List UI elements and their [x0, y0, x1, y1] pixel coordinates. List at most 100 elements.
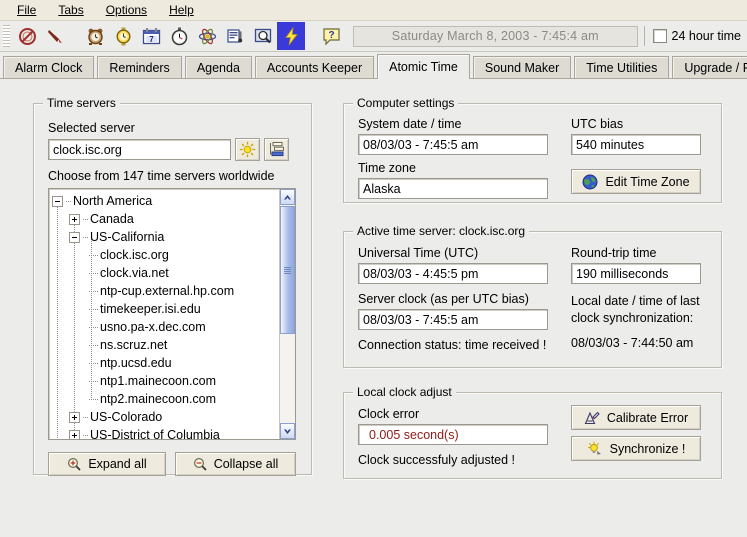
tree-scrollbar[interactable]: [279, 189, 295, 439]
menu-item-options[interactable]: Options: [95, 1, 158, 19]
utc-bias-label: UTC bias: [571, 117, 623, 131]
tree-item[interactable]: US-District of Columbia: [52, 426, 279, 439]
tree-item[interactable]: ntp2.mainecoon.com: [52, 390, 279, 408]
tree-item[interactable]: ns.scruz.net: [52, 336, 279, 354]
svg-text:7: 7: [149, 35, 154, 44]
tree-item[interactable]: usno.pa-x.dec.com: [52, 318, 279, 336]
tree-item[interactable]: ntp-cup.external.hp.com: [52, 282, 279, 300]
zoom-in-icon: [67, 457, 81, 471]
tree-connector: [83, 237, 88, 238]
no-alarm-icon[interactable]: [13, 22, 41, 50]
active-server-group: Active time server: clock.isc.org Univer…: [343, 231, 722, 368]
watch-icon[interactable]: [109, 22, 137, 50]
tab-atomic-time[interactable]: Atomic Time: [377, 54, 470, 79]
datetime-display: Saturday March 8, 2003 - 7:45:4 am: [353, 26, 638, 47]
tree-connector: [83, 219, 88, 220]
selected-server-label: Selected server: [48, 121, 135, 135]
collapse-all-button[interactable]: Collapse all: [175, 452, 296, 476]
menu-item-tabs[interactable]: Tabs: [47, 1, 94, 19]
scroll-up-button[interactable]: [280, 189, 295, 205]
tree-item-label: timekeeper.isi.edu: [100, 302, 201, 316]
server-clock-input[interactable]: 08/03/03 - 7:45:5 am: [358, 309, 548, 330]
scrollbar-thumb[interactable]: [280, 206, 295, 334]
roundtrip-input[interactable]: 190 milliseconds: [571, 263, 701, 284]
tree-item[interactable]: North America: [52, 192, 279, 210]
hour24-label: 24 hour time: [672, 29, 741, 43]
menu-item-help[interactable]: Help: [158, 1, 205, 19]
tree-collapse-icon[interactable]: [69, 232, 80, 243]
tree-expand-icon[interactable]: [69, 412, 80, 423]
utc-time-input[interactable]: 08/03/03 - 4:45:5 pm: [358, 263, 548, 284]
atom-icon[interactable]: [193, 22, 221, 50]
tab-time-utilities[interactable]: Time Utilities: [574, 56, 669, 78]
sync-bulb-icon: [587, 441, 603, 457]
tree-connector: [86, 282, 100, 300]
computer-settings-group: Computer settings System date / time 08/…: [343, 103, 722, 203]
edit-timezone-button[interactable]: Edit Time Zone: [571, 169, 701, 194]
server-list-icon: [268, 141, 285, 158]
tree-item[interactable]: US-California: [52, 228, 279, 246]
tree-item[interactable]: clock.via.net: [52, 264, 279, 282]
tab-atomic-time-label: Atomic Time: [389, 60, 458, 74]
tab-alarm-clock[interactable]: Alarm Clock: [3, 56, 94, 78]
roundtrip-label: Round-trip time: [571, 246, 656, 260]
utc-bias-input[interactable]: 540 minutes: [571, 134, 701, 155]
tree-item-label: North America: [73, 194, 152, 208]
sound-maker-icon[interactable]: [221, 22, 249, 50]
stopwatch-icon[interactable]: [165, 22, 193, 50]
tree-item-label: US-Colorado: [90, 410, 162, 424]
sun-icon-button[interactable]: [235, 138, 260, 161]
time-servers-group-label: Time servers: [43, 96, 120, 110]
tree-item[interactable]: ntp1.mainecoon.com: [52, 372, 279, 390]
tab-agenda[interactable]: Agenda: [185, 56, 252, 78]
tree-item-label: ntp-cup.external.hp.com: [100, 284, 234, 298]
menu-item-file[interactable]: File: [6, 1, 47, 19]
server-tree[interactable]: North America CanadaUS-Californiaclock.is…: [48, 188, 296, 440]
system-datetime-input[interactable]: 08/03/03 - 7:45:5 am: [358, 134, 548, 155]
tree-connector: [66, 201, 71, 202]
tree-item-label: US-District of Columbia: [90, 428, 220, 439]
toolbar-grip[interactable]: [3, 25, 10, 47]
help-icon[interactable]: ?: [317, 22, 345, 50]
tree-collapse-icon[interactable]: [52, 196, 63, 207]
tab-upgrade-register[interactable]: Upgrade / Register: [672, 56, 747, 78]
scroll-down-button[interactable]: [280, 423, 295, 439]
hour24-checkbox-group[interactable]: 24 hour time: [653, 29, 747, 43]
tab-reminders[interactable]: Reminders: [97, 56, 181, 78]
tab-accounts-keeper[interactable]: Accounts Keeper: [255, 56, 374, 78]
calibrate-error-label: Calibrate Error: [607, 411, 688, 425]
last-sync-value: 08/03/03 - 7:44:50 am: [571, 336, 693, 350]
tree-connector: [83, 435, 88, 436]
tree-expand-icon[interactable]: [69, 430, 80, 440]
edit-timezone-label: Edit Time Zone: [605, 175, 689, 189]
tree-item[interactable]: Canada: [52, 210, 279, 228]
tree-item[interactable]: timekeeper.isi.edu: [52, 300, 279, 318]
server-list-icon-button[interactable]: [264, 138, 289, 161]
timezone-input[interactable]: Alaska: [358, 178, 548, 199]
hour24-checkbox[interactable]: [653, 29, 667, 43]
expand-all-button[interactable]: Expand all: [48, 452, 166, 476]
system-datetime-label: System date / time: [358, 117, 462, 131]
clock-adjust-status: Clock successfuly adjusted !: [358, 453, 515, 467]
tree-item-label: ntp.ucsd.edu: [100, 356, 172, 370]
tree-expand-icon[interactable]: [69, 214, 80, 225]
lightning-icon[interactable]: [277, 22, 305, 50]
alarm-clock-icon[interactable]: [81, 22, 109, 50]
menu-item-help-label: Help: [169, 3, 194, 17]
time-servers-group: Time servers Selected server clock.isc.o…: [33, 103, 312, 475]
server-tree-list[interactable]: North America CanadaUS-Californiaclock.is…: [49, 189, 279, 439]
selected-server-input[interactable]: clock.isc.org: [48, 139, 231, 160]
search-time-icon[interactable]: [249, 22, 277, 50]
pointer-icon[interactable]: [41, 22, 69, 50]
clock-error-value: 0.005 second(s): [358, 424, 548, 445]
tree-item[interactable]: clock.isc.org: [52, 246, 279, 264]
tab-sound-maker[interactable]: Sound Maker: [473, 56, 571, 78]
synchronize-button[interactable]: Synchronize !: [571, 436, 701, 461]
agenda-icon[interactable]: 7: [137, 22, 165, 50]
calibrate-error-button[interactable]: Calibrate Error: [571, 405, 701, 430]
tree-item-label: ntp2.mainecoon.com: [100, 392, 216, 406]
tree-item[interactable]: US-Colorado: [52, 408, 279, 426]
tree-item[interactable]: ntp.ucsd.edu: [52, 354, 279, 372]
tab-reminders-label: Reminders: [109, 61, 169, 75]
scrollbar-grip: [284, 267, 291, 274]
